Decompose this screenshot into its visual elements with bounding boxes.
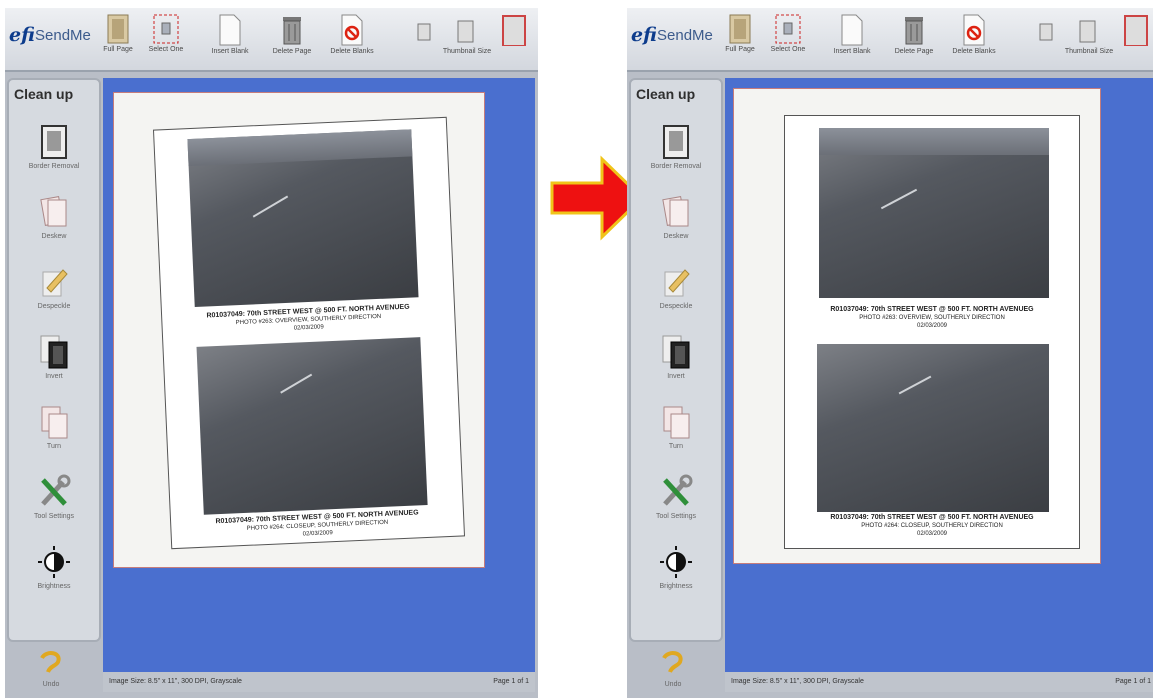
tool-settings-tool[interactable]: Tool Settings xyxy=(637,470,715,532)
photo-caption-2: R01037049: 70th STREET WEST @ 500 FT. NO… xyxy=(830,514,1034,537)
photo-caption-1: R01037049: 70th STREET WEST @ 500 FT. NO… xyxy=(830,306,1034,329)
document-sheet: R01037049: 70th STREET WEST @ 500 FT. NO… xyxy=(784,115,1080,549)
invert-tool[interactable]: Invert xyxy=(637,330,715,392)
brightness-tool[interactable]: Brightness xyxy=(637,540,715,602)
blank-page-icon xyxy=(841,14,863,46)
thumbnail-size-control[interactable]: Thumbnail Size xyxy=(407,14,527,66)
undo-button[interactable]: Undo xyxy=(651,650,695,688)
turn-icon xyxy=(663,406,690,439)
photo-caption-1: R01037049: 70th STREET WEST @ 500 FT. NO… xyxy=(206,303,410,332)
turn-icon xyxy=(41,406,68,439)
insert-blank-button[interactable]: Insert Blank xyxy=(823,14,881,66)
image-size-status: Image Size: 8.5" x 11", 300 DPI, Graysca… xyxy=(109,678,242,685)
delete-page-button[interactable]: Delete Page xyxy=(885,14,943,66)
page-count-status: Page 1 of 1 xyxy=(1115,678,1151,685)
status-bar: Image Size: 8.5" x 11", 300 DPI, Graysca… xyxy=(103,672,535,692)
deskew-icon xyxy=(662,196,689,227)
brightness-icon xyxy=(660,546,692,578)
select-one-icon xyxy=(153,14,179,44)
trash-icon xyxy=(905,17,923,45)
invert-tool[interactable]: Invert xyxy=(15,330,93,392)
select-one-button[interactable]: Select One xyxy=(759,14,817,66)
thumbnail-size-control[interactable]: Thumbnail Size xyxy=(1029,14,1149,66)
image-size-status: Image Size: 8.5" x 11", 300 DPI, Graysca… xyxy=(731,678,864,685)
full-page-icon xyxy=(729,14,751,44)
efi-logo: efi xyxy=(631,24,657,46)
invert-icon xyxy=(662,335,690,369)
scanned-page: R01037049: 70th STREET WEST @ 500 FT. NO… xyxy=(113,92,485,568)
despeckle-icon xyxy=(42,269,68,297)
delete-blanks-button[interactable]: Delete Blanks xyxy=(945,14,1003,66)
no-blank-page-icon xyxy=(963,14,985,46)
app-name: SendMe xyxy=(35,27,91,44)
turn-tool[interactable]: Turn xyxy=(637,400,715,462)
before-screen-photo: efi SendMe Full Page Select One Insert B… xyxy=(5,8,538,698)
select-one-button[interactable]: Select One xyxy=(137,14,195,66)
deskew-tool[interactable]: Deskew xyxy=(637,190,715,252)
select-one-icon xyxy=(775,14,801,44)
border-removal-icon xyxy=(663,125,689,159)
app-name: SendMe xyxy=(657,27,713,44)
border-removal-tool[interactable]: Border Removal xyxy=(15,120,93,182)
border-removal-tool[interactable]: Border Removal xyxy=(637,120,715,182)
tool-settings-tool[interactable]: Tool Settings xyxy=(15,470,93,532)
undo-icon xyxy=(40,651,61,673)
document-sheet: R01037049: 70th STREET WEST @ 500 FT. NO… xyxy=(152,116,466,550)
cleanup-title: Clean up xyxy=(14,86,74,102)
wrench-screwdriver-icon xyxy=(41,474,71,506)
cleanup-sidebar: Clean up Border Removal Deskew Despeckle… xyxy=(629,78,723,642)
despeckle-tool[interactable]: Despeckle xyxy=(637,260,715,322)
cleanup-sidebar: Clean up Border Removal Deskew Despeckle… xyxy=(7,78,101,642)
brightness-icon xyxy=(38,546,70,578)
full-page-icon xyxy=(107,14,129,44)
trash-icon xyxy=(283,17,301,45)
wrench-screwdriver-icon xyxy=(663,474,693,506)
page-count-status: Page 1 of 1 xyxy=(493,678,529,685)
turn-tool[interactable]: Turn xyxy=(15,400,93,462)
insert-blank-button[interactable]: Insert Blank xyxy=(201,14,259,66)
cleanup-title: Clean up xyxy=(636,86,696,102)
status-bar: Image Size: 8.5" x 11", 300 DPI, Graysca… xyxy=(725,672,1153,692)
top-toolbar: efi SendMe Full Page Select One Insert B… xyxy=(5,8,538,72)
road-photo-overview xyxy=(187,129,419,307)
thumbnail-size-icons xyxy=(1039,15,1148,46)
despeckle-icon xyxy=(664,269,690,297)
before-screen: efi SendMe Full Page Select One Insert B… xyxy=(5,8,538,698)
delete-blanks-button[interactable]: Delete Blanks xyxy=(323,14,381,66)
blank-page-icon xyxy=(219,14,241,46)
scanned-page: R01037049: 70th STREET WEST @ 500 FT. NO… xyxy=(733,88,1101,564)
deskew-tool[interactable]: Deskew xyxy=(15,190,93,252)
after-screen-photo: efi SendMe Full Page Select One Insert B… xyxy=(627,8,1153,698)
despeckle-tool[interactable]: Despeckle xyxy=(15,260,93,322)
efi-logo: efi xyxy=(9,24,35,46)
delete-page-button[interactable]: Delete Page xyxy=(263,14,321,66)
road-photo-overview xyxy=(819,128,1049,298)
undo-button[interactable]: Undo xyxy=(29,650,73,688)
road-photo-closeup xyxy=(196,337,428,515)
border-removal-icon xyxy=(41,125,67,159)
no-blank-page-icon xyxy=(341,14,363,46)
road-photo-closeup xyxy=(817,344,1049,512)
brightness-tool[interactable]: Brightness xyxy=(15,540,93,602)
deskew-icon xyxy=(40,196,67,227)
undo-icon xyxy=(662,651,683,673)
preview-canvas: R01037049: 70th STREET WEST @ 500 FT. NO… xyxy=(103,78,535,672)
invert-icon xyxy=(40,335,68,369)
thumbnail-size-icons xyxy=(417,15,526,46)
preview-canvas: R01037049: 70th STREET WEST @ 500 FT. NO… xyxy=(725,78,1153,672)
after-screen: efi SendMe Full Page Select One Insert B… xyxy=(627,8,1153,698)
top-toolbar: efi SendMe Full Page Select One Insert B… xyxy=(627,8,1153,72)
